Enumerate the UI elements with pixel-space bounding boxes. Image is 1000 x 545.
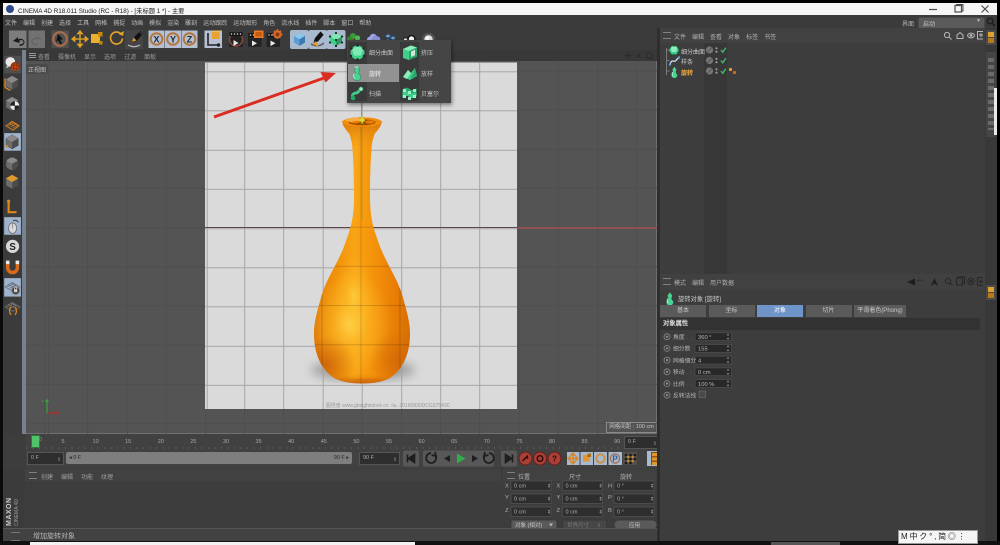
svg-text:. .: . . — [687, 335, 692, 341]
svg-text:90: 90 — [614, 439, 620, 445]
svg-text:⇕: ⇕ — [547, 484, 551, 490]
svg-text:Y: Y — [170, 34, 176, 44]
svg-text:100 %: 100 % — [698, 382, 714, 388]
svg-text:?: ? — [552, 455, 557, 464]
svg-text:S: S — [9, 242, 16, 253]
svg-text:65: 65 — [451, 439, 457, 445]
svg-text:0 °: 0 ° — [617, 484, 624, 490]
svg-text:Z: Z — [187, 34, 193, 44]
svg-text:对象 (相对): 对象 (相对) — [515, 521, 542, 528]
svg-text:⇕: ⇕ — [650, 484, 654, 490]
svg-text:H: H — [608, 484, 612, 490]
svg-text:网格细分: 网格细分 — [673, 356, 696, 364]
svg-text:应用: 应用 — [629, 521, 640, 528]
svg-text:60: 60 — [419, 439, 425, 445]
svg-text:25: 25 — [190, 439, 196, 445]
svg-text:X: X — [153, 34, 159, 44]
svg-text:X: X — [557, 484, 561, 490]
svg-text:155: 155 — [698, 347, 708, 353]
svg-text:40: 40 — [288, 439, 294, 445]
svg-text:比例: 比例 — [673, 380, 685, 388]
svg-text:35: 35 — [256, 439, 262, 445]
svg-text:10: 10 — [93, 439, 99, 445]
svg-text:55: 55 — [386, 439, 392, 445]
svg-text:细分数: 细分数 — [673, 345, 691, 353]
svg-text:P: P — [612, 454, 618, 463]
svg-text:360 °: 360 ° — [698, 335, 712, 341]
svg-text:0 cm: 0 cm — [566, 484, 578, 490]
svg-text:15: 15 — [125, 439, 131, 445]
svg-text:20: 20 — [158, 439, 164, 445]
svg-text:. .: . . — [687, 370, 692, 376]
svg-text:5: 5 — [61, 439, 64, 445]
svg-text:50: 50 — [353, 439, 359, 445]
svg-text:45: 45 — [321, 439, 327, 445]
svg-text:30: 30 — [223, 439, 229, 445]
svg-text:85: 85 — [582, 439, 588, 445]
svg-text:⇕: ⇕ — [599, 484, 603, 490]
svg-text:0 cm: 0 cm — [698, 370, 711, 376]
svg-text:75: 75 — [516, 439, 522, 445]
svg-text:80: 80 — [549, 439, 555, 445]
svg-text:. .: . . — [687, 382, 692, 388]
svg-text:角度: 角度 — [673, 333, 685, 341]
svg-text:70: 70 — [484, 439, 490, 445]
svg-text:Y: Y — [41, 399, 44, 404]
svg-text:移动: 移动 — [673, 368, 685, 376]
svg-text:反转法线: 反转法线 — [673, 392, 696, 400]
svg-text:世界尺寸: 世界尺寸 — [567, 521, 590, 528]
svg-text:X: X — [505, 484, 509, 490]
svg-text:0 cm: 0 cm — [514, 484, 526, 490]
